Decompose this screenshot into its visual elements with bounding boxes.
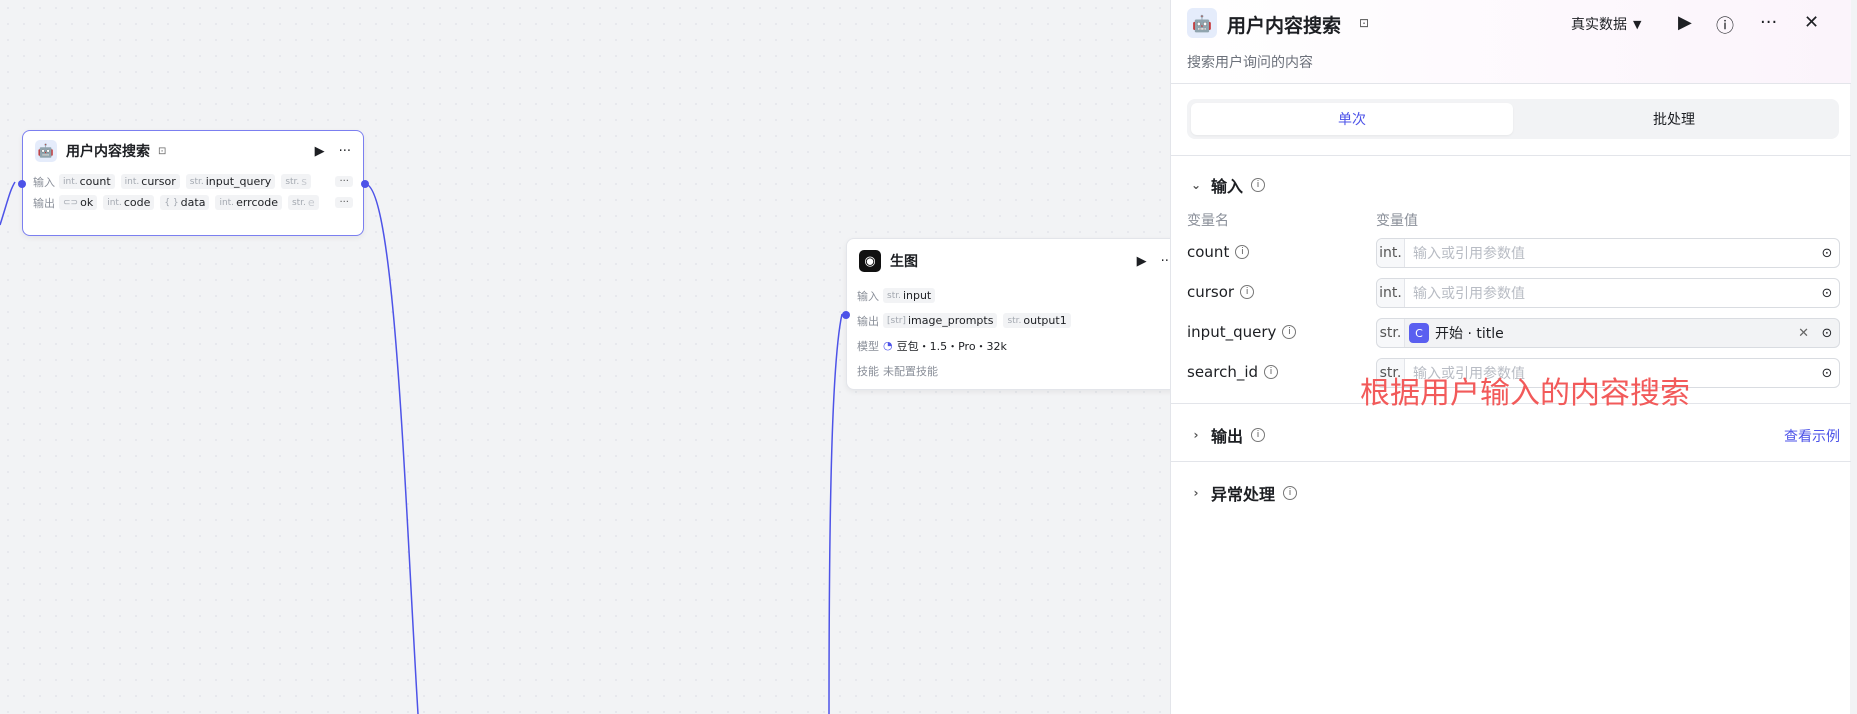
help-icon[interactable]: ⓘ — [1716, 12, 1734, 38]
param-count-input[interactable]: 输入或引用参数值 — [1405, 243, 1815, 263]
param-cursor-label: cursor i — [1187, 283, 1255, 301]
skill-row-label: 技能 — [857, 364, 879, 378]
info-icon: i — [1240, 285, 1255, 299]
close-icon[interactable]: ✕ — [1804, 12, 1819, 33]
info-icon: i — [1251, 428, 1266, 442]
input-tag: str. input — [883, 288, 936, 303]
run-node-icon[interactable]: ▶ — [315, 144, 325, 159]
exception-section-toggle[interactable]: › 异常处理 i — [1189, 481, 1298, 505]
output-tag: int. code — [103, 195, 155, 210]
panel-title: 用户内容搜索 — [1227, 15, 1342, 37]
divider — [1171, 461, 1851, 462]
input-tag: int. count — [59, 174, 115, 189]
input-tag: int. cursor — [120, 174, 180, 189]
reference-icon[interactable]: ⊙ — [1815, 286, 1839, 301]
param-cursor-input[interactable]: 输入或引用参数值 — [1405, 283, 1815, 303]
toggle-icon: ⊂⊃ — [63, 197, 79, 208]
run-node-icon[interactable]: ▶ — [1137, 254, 1147, 269]
plugin-icon: ⊡ — [1359, 16, 1370, 30]
column-name-header: 变量名 — [1187, 213, 1229, 229]
divider — [1171, 155, 1851, 156]
param-count-field[interactable]: int. 输入或引用参数值 ⊙ — [1376, 238, 1840, 268]
chevron-right-icon: › — [1193, 486, 1199, 500]
mode-tabs: 单次 批处理 — [1187, 99, 1839, 139]
input-tag: str. s — [281, 174, 311, 189]
output-section-toggle[interactable]: › 输出 i — [1189, 423, 1266, 447]
annotation-overlay-text: 根据用户输入的内容搜索 — [1360, 376, 1690, 411]
type-label: int. — [1377, 279, 1405, 307]
info-icon: i — [1235, 245, 1250, 259]
input-row-label: 输入 — [857, 289, 879, 303]
model-icon: ◔ — [883, 339, 893, 352]
image-node-in-port[interactable] — [842, 311, 850, 319]
search-node-title: 用户内容搜索 — [66, 144, 150, 160]
type-label: str. — [1377, 319, 1405, 347]
image-node[interactable]: ◉ 生图 ▶ ··· 输入 str. input 输出 [str] image_pr… — [846, 238, 1186, 390]
caret-down-icon: ▼ — [1633, 17, 1642, 31]
output-tag: { } data — [160, 195, 210, 210]
output-tag: str. e — [287, 195, 319, 210]
inputs-more-button[interactable]: ··· — [335, 176, 353, 187]
view-example-link[interactable]: 查看示例 — [1784, 426, 1840, 446]
search-node[interactable]: 🤖 用户内容搜索 ⊡ ▶ ··· 输入 int. count int. cursor… — [22, 130, 364, 236]
search-node-out-port[interactable] — [361, 180, 369, 188]
plugin-icon: ⊡ — [158, 145, 167, 157]
type-label: int. — [1377, 239, 1405, 267]
info-icon: i — [1264, 365, 1279, 379]
output-tag: int. errcode — [215, 195, 282, 210]
param-cursor-field[interactable]: int. 输入或引用参数值 ⊙ — [1376, 278, 1840, 308]
model-row-label: 模型 — [857, 339, 879, 353]
run-icon[interactable]: ▶ — [1678, 12, 1692, 33]
param-input-query-field[interactable]: str. C 开始 · title ✕ ⊙ — [1376, 318, 1840, 348]
reference-icon[interactable]: ⊙ — [1815, 326, 1839, 341]
info-icon: i — [1251, 178, 1266, 192]
reference-icon[interactable]: ⊙ — [1815, 246, 1839, 261]
start-node-icon: C — [1409, 323, 1429, 343]
tab-single[interactable]: 单次 — [1191, 103, 1513, 135]
skill-value: 未配置技能 — [883, 364, 938, 378]
input-row-label: 输入 — [33, 175, 55, 189]
search-node-in-port[interactable] — [18, 180, 26, 188]
output-row-label: 输出 — [857, 314, 879, 328]
param-input-query-label: input_query i — [1187, 323, 1297, 341]
node-detail-panel: 🤖 用户内容搜索 ⊡ 搜索用户询问的内容 真实数据 ▼ ▶ ⓘ ··· ✕ 单次 … — [1170, 0, 1851, 714]
robot-icon: 🤖 — [1187, 8, 1217, 38]
outputs-more-button[interactable]: ··· — [335, 197, 353, 208]
column-value-header: 变量值 — [1376, 213, 1418, 229]
panel-description: 搜索用户询问的内容 — [1187, 55, 1313, 71]
ghost-icon: ◉ — [859, 250, 881, 272]
param-count-label: count i — [1187, 243, 1250, 261]
panel-header: 🤖 用户内容搜索 ⊡ 搜索用户询问的内容 真实数据 ▼ ▶ ⓘ ··· ✕ — [1171, 0, 1851, 84]
image-node-title: 生图 — [890, 254, 918, 270]
more-icon[interactable]: ··· — [1760, 12, 1777, 33]
output-tag: [str] image_prompts — [883, 313, 998, 328]
output-tag: ⊂⊃ ok — [59, 195, 98, 210]
info-icon: i — [1282, 325, 1297, 339]
chevron-right-icon: › — [1193, 428, 1199, 442]
robot-icon: 🤖 — [35, 140, 57, 162]
reference-chip[interactable]: C 开始 · title — [1405, 323, 1504, 343]
tab-batch[interactable]: 批处理 — [1513, 103, 1835, 135]
input-tag: str. input_query — [185, 174, 276, 189]
input-section-toggle[interactable]: ⌄ 输入 i — [1189, 173, 1266, 197]
output-tag: str. output1 — [1003, 313, 1071, 328]
info-icon: i — [1283, 486, 1298, 500]
model-name: 豆包・1.5・Pro・32k — [896, 339, 1007, 353]
clear-icon[interactable]: ✕ — [1798, 326, 1809, 341]
output-row-label: 输出 — [33, 196, 55, 210]
node-more-icon[interactable]: ··· — [339, 144, 351, 159]
param-search-id-label: search_id i — [1187, 363, 1279, 381]
chevron-down-icon: ⌄ — [1190, 178, 1202, 192]
reference-icon[interactable]: ⊙ — [1815, 366, 1839, 381]
dataset-select[interactable]: 真实数据 ▼ — [1571, 14, 1641, 34]
